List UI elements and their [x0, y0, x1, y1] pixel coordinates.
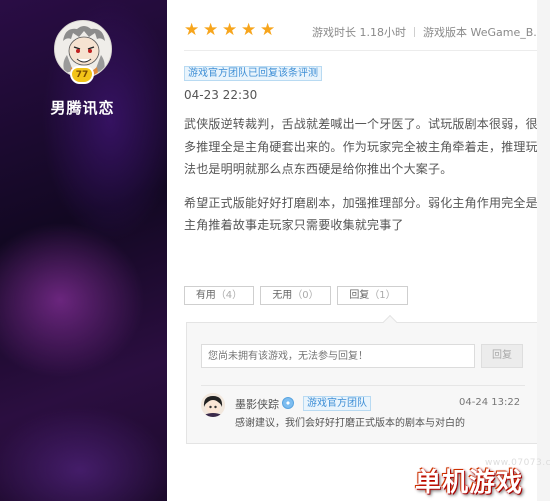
star-icon: ★ — [260, 20, 276, 40]
level-badge: 77 — [70, 66, 94, 84]
useless-label: 无用 — [272, 290, 293, 301]
reply-button[interactable]: 回复（1） — [337, 286, 408, 305]
dev-reply-time: 04-24 13:22 — [459, 397, 521, 408]
meta-divider — [414, 27, 415, 37]
header-divider — [184, 50, 537, 51]
review-card: ★ ★ ★ ★ ★ 游戏时长 1.18小时 游戏版本 WeGame_B... 游戏官方团队… — [167, 0, 550, 501]
user-sidebar: 77 男腾讯恋 — [0, 0, 165, 501]
dev-name[interactable]: 墨影侠踪 — [235, 396, 279, 412]
official-replied-tag: 游戏官方团队已回复该条评测 — [184, 66, 322, 81]
star-icon: ★ — [241, 20, 257, 40]
dev-reply-text: 感谢建议，我们会好好打磨正式版本的剧本与对白的 — [235, 418, 465, 429]
verified-icon — [282, 397, 294, 409]
review-paragraph: 武侠版逆转裁判，舌战就差喊出一个牙医了。试玩版剧本很弱，很多推理全是主角硬套出来… — [184, 117, 538, 176]
official-team-tag: 游戏官方团队 — [303, 396, 371, 411]
watermark-logo: 单机游戏 — [415, 468, 524, 498]
review-paragraph: 希望正式版能好好打磨剧本，加强推理部分。弱化主角作用完全是主角推着故事走玩家只需… — [184, 195, 538, 233]
dev-avatar-image — [201, 393, 225, 417]
star-icon: ★ — [184, 20, 200, 40]
dev-avatar[interactable] — [201, 393, 225, 417]
star-icon: ★ — [222, 20, 238, 40]
reply-separator — [201, 385, 525, 386]
review-body: 武侠版逆转裁判，舌战就差喊出一个牙医了。试玩版剧本很弱，很多推理全是主角硬套出来… — [184, 113, 539, 248]
version-text: 游戏版本 WeGame_B... — [423, 26, 537, 39]
useful-count: （4） — [215, 290, 243, 301]
username[interactable]: 男腾讯恋 — [0, 97, 165, 118]
playtime-text: 游戏时长 1.18小时 — [312, 26, 406, 39]
reply-panel: 回复 墨影侠踪 游戏官方团队 04-24 13:22 感谢建议，我们会好好打磨正… — [186, 314, 538, 444]
useless-count: （0） — [292, 290, 319, 301]
review-date: 04-23 22:30 — [184, 88, 258, 102]
review-actions: 有用（4） 无用（0） 回复（1） — [184, 286, 408, 305]
rating-stars: ★ ★ ★ ★ ★ — [184, 20, 276, 40]
reply-input[interactable] — [201, 344, 475, 368]
useful-button[interactable]: 有用（4） — [184, 286, 254, 305]
reply-count: （1） — [369, 290, 396, 301]
reply-label: 回复 — [349, 290, 370, 301]
review-meta: 游戏时长 1.18小时 游戏版本 WeGame_B... — [312, 24, 537, 40]
useful-label: 有用 — [195, 290, 216, 301]
star-icon: ★ — [203, 20, 219, 40]
reply-panel-pointer — [382, 314, 398, 330]
scrollbar-track[interactable] — [537, 0, 550, 501]
useless-button[interactable]: 无用（0） — [260, 286, 331, 305]
reply-submit-button[interactable]: 回复 — [481, 344, 523, 368]
